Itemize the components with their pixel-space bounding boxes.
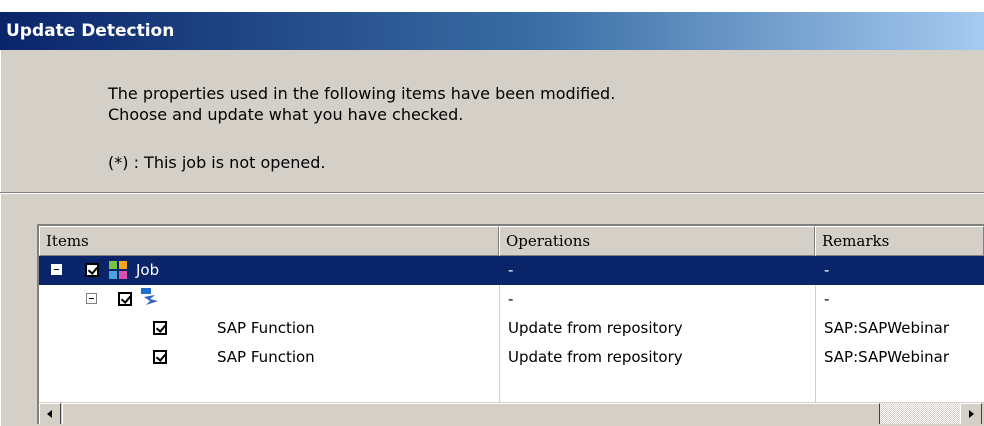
message-line-1: The properties used in the following ite… xyxy=(108,84,616,103)
remark-cell: SAP:SAPWebinar xyxy=(824,348,950,366)
update-items-list[interactable]: Items Operations Remarks Job - - - - SAP… xyxy=(37,224,984,424)
job-icon xyxy=(109,261,127,279)
separator xyxy=(0,192,984,194)
collapse-icon[interactable] xyxy=(86,293,97,304)
row-checkbox[interactable] xyxy=(118,292,132,306)
scroll-left-button[interactable] xyxy=(39,403,61,424)
collapse-icon[interactable] xyxy=(51,264,62,275)
not-opened-note: (*) : This job is not opened. xyxy=(108,153,326,172)
table-row-sap-function[interactable]: SAP Function Update from repository SAP:… xyxy=(39,343,984,372)
remark-cell: SAP:SAPWebinar xyxy=(824,319,950,337)
scrollbar-thumb[interactable] xyxy=(62,403,880,424)
row-checkbox[interactable] xyxy=(85,263,99,277)
item-name: Job xyxy=(136,261,160,279)
column-header-operations[interactable]: Operations xyxy=(499,226,815,256)
sap-connection-icon xyxy=(141,288,158,305)
remark-cell: - xyxy=(824,290,830,308)
operation-cell: - xyxy=(508,290,514,308)
operation-cell: - xyxy=(508,261,514,279)
horizontal-scrollbar[interactable] xyxy=(39,402,984,424)
table-row-sap-function[interactable]: SAP Function Update from repository SAP:… xyxy=(39,314,984,343)
scroll-right-button[interactable] xyxy=(960,403,982,424)
operation-cell: Update from repository xyxy=(508,348,683,366)
remark-cell: - xyxy=(824,261,830,279)
row-checkbox[interactable] xyxy=(153,321,167,335)
window-title: Update Detection xyxy=(6,21,175,41)
list-header: Items Operations Remarks xyxy=(39,226,984,256)
column-header-items[interactable]: Items xyxy=(39,226,499,256)
operation-cell: Update from repository xyxy=(508,319,683,337)
item-name: SAP Function xyxy=(217,348,315,366)
row-checkbox[interactable] xyxy=(153,350,167,364)
scrollbar-track[interactable] xyxy=(880,403,960,424)
table-row-sap-connection[interactable]: - - xyxy=(39,285,984,314)
item-name: SAP Function xyxy=(217,319,315,337)
table-row-job[interactable]: Job - - xyxy=(39,256,984,285)
message-line-2: Choose and update what you have checked. xyxy=(108,105,464,124)
title-bar[interactable]: Update Detection xyxy=(0,12,984,50)
column-header-remarks[interactable]: Remarks xyxy=(815,226,984,256)
